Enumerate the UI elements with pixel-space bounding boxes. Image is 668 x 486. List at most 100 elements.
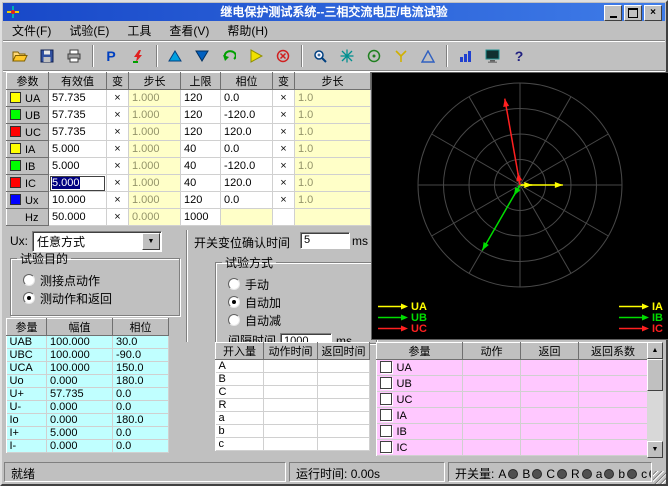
limit-cell[interactable]: 40 — [181, 158, 221, 175]
ux-mode-select[interactable]: 任意方式 ▼ — [32, 231, 162, 252]
phase-cell[interactable]: -120.0 — [221, 107, 273, 124]
vary-toggle-cell[interactable]: × — [107, 209, 129, 226]
stop-button[interactable] — [270, 43, 296, 69]
param-value-cell[interactable]: 10.000 — [49, 192, 107, 209]
checkbox[interactable] — [380, 377, 392, 389]
vary-toggle-cell[interactable]: × — [273, 158, 295, 175]
vary-toggle-cell[interactable] — [273, 209, 295, 226]
step-cell[interactable]: 1.000 — [129, 175, 181, 192]
start-button[interactable] — [243, 43, 269, 69]
increase-button[interactable] — [162, 43, 188, 69]
close-button[interactable]: × — [644, 5, 662, 21]
radio-option-manual[interactable]: 手动 — [228, 277, 370, 291]
param-value-cell[interactable]: 57.735 — [49, 124, 107, 141]
vector-view-button[interactable] — [334, 43, 360, 69]
limit-cell[interactable]: 40 — [181, 141, 221, 158]
step-cell[interactable]: 1.000 — [129, 158, 181, 175]
vary-toggle-cell[interactable]: × — [107, 107, 129, 124]
limit-cell[interactable]: 120 — [181, 124, 221, 141]
limit-cell[interactable]: 120 — [181, 107, 221, 124]
result-table-scrollbar[interactable]: ▲ ▼ — [647, 342, 663, 456]
menu-test[interactable]: 试验(E) — [60, 20, 118, 41]
radio-option-auto-increase[interactable]: 自动加 — [228, 295, 370, 309]
vary-toggle-cell[interactable]: × — [107, 158, 129, 175]
vary-toggle-cell[interactable]: × — [107, 175, 129, 192]
param-value-editbox[interactable]: 5.000 — [50, 176, 105, 191]
step-cell[interactable]: 1.0 — [295, 175, 371, 192]
param-value-cell[interactable]: 5.000 — [49, 175, 107, 192]
scroll-up-button[interactable]: ▲ — [647, 342, 663, 359]
step-cell[interactable]: 1.0 — [295, 141, 371, 158]
vary-toggle-cell[interactable]: × — [273, 141, 295, 158]
checkbox[interactable] — [380, 409, 392, 421]
step-cell[interactable]: 1.000 — [129, 141, 181, 158]
vary-toggle-cell[interactable]: × — [273, 192, 295, 209]
harmonic-button[interactable] — [452, 43, 478, 69]
radio-option-action-return[interactable]: 测动作和返回 — [23, 291, 173, 305]
resize-grip[interactable] — [653, 471, 666, 484]
checkbox[interactable] — [380, 425, 392, 437]
limit-cell[interactable]: 120 — [181, 90, 221, 107]
y-vector-button[interactable] — [388, 43, 414, 69]
param-value-cell[interactable]: 50.000 — [49, 209, 107, 226]
open-button[interactable] — [7, 43, 33, 69]
vary-toggle-cell[interactable]: × — [273, 90, 295, 107]
vary-toggle-cell[interactable]: × — [107, 141, 129, 158]
step-cell[interactable]: 1.0 — [295, 107, 371, 124]
step-cell[interactable]: 1.0 — [295, 90, 371, 107]
vary-toggle-cell[interactable]: × — [107, 192, 129, 209]
maximize-button[interactable] — [624, 5, 642, 21]
step-cell[interactable]: 1.000 — [129, 90, 181, 107]
limit-cell[interactable]: 1000 — [181, 209, 221, 226]
vary-toggle-cell[interactable]: × — [273, 124, 295, 141]
step-cell[interactable]: 1.0 — [295, 192, 371, 209]
phase-cell[interactable] — [221, 209, 273, 226]
minimize-button[interactable] — [604, 5, 622, 21]
decrease-button[interactable] — [189, 43, 215, 69]
monitor-button[interactable] — [479, 43, 505, 69]
step-cell[interactable]: 1.0 — [295, 124, 371, 141]
reset-button[interactable] — [216, 43, 242, 69]
triangle-view-button[interactable] — [415, 43, 441, 69]
save-button[interactable] — [34, 43, 60, 69]
menu-tools[interactable]: 工具 — [118, 20, 160, 41]
param-value-cell[interactable]: 5.000 — [49, 158, 107, 175]
phase-cell[interactable]: 0.0 — [221, 192, 273, 209]
checkbox[interactable] — [380, 361, 392, 373]
vary-toggle-cell[interactable]: × — [273, 175, 295, 192]
vary-toggle-cell[interactable]: × — [107, 90, 129, 107]
phase-cell[interactable]: -120.0 — [221, 158, 273, 175]
limit-cell[interactable]: 40 — [181, 175, 221, 192]
chevron-down-icon[interactable]: ▼ — [142, 233, 160, 250]
step-cell[interactable]: 1.000 — [129, 124, 181, 141]
circle-view-button[interactable] — [361, 43, 387, 69]
radio-option-contact-action[interactable]: 测接点动作 — [23, 273, 173, 287]
scroll-thumb[interactable] — [647, 359, 663, 391]
phase-cell[interactable]: 0.0 — [221, 141, 273, 158]
title-bar[interactable]: 继电保护测试系统--三相交流电压/电流试验 × — [3, 3, 665, 21]
vary-toggle-cell[interactable]: × — [273, 107, 295, 124]
step-cell[interactable]: 1.0 — [295, 158, 371, 175]
phase-cell[interactable]: 120.0 — [221, 175, 273, 192]
vary-toggle-cell[interactable]: × — [107, 124, 129, 141]
checkbox[interactable] — [380, 393, 392, 405]
param-value-cell[interactable]: 57.735 — [49, 107, 107, 124]
limit-cell[interactable]: 120 — [181, 192, 221, 209]
menu-help[interactable]: 帮助(H) — [218, 20, 277, 41]
menu-file[interactable]: 文件(F) — [3, 20, 60, 41]
zoom-button[interactable] — [307, 43, 333, 69]
step-cell[interactable] — [295, 209, 371, 226]
power-button[interactable] — [125, 43, 151, 69]
radio-option-auto-decrease[interactable]: 自动减 — [228, 313, 370, 327]
step-cell[interactable]: 1.000 — [129, 107, 181, 124]
help-button[interactable]: ? — [506, 43, 532, 69]
phase-cell[interactable]: 0.0 — [221, 90, 273, 107]
switch-confirm-input[interactable]: 5 — [300, 232, 350, 249]
menu-view[interactable]: 查看(V) — [160, 20, 218, 41]
print-button[interactable] — [61, 43, 87, 69]
scroll-track[interactable] — [647, 359, 663, 441]
checkbox[interactable] — [380, 441, 392, 453]
param-value-cell[interactable]: 5.000 — [49, 141, 107, 158]
step-cell[interactable]: 0.000 — [129, 209, 181, 226]
param-value-cell[interactable]: 57.735 — [49, 90, 107, 107]
